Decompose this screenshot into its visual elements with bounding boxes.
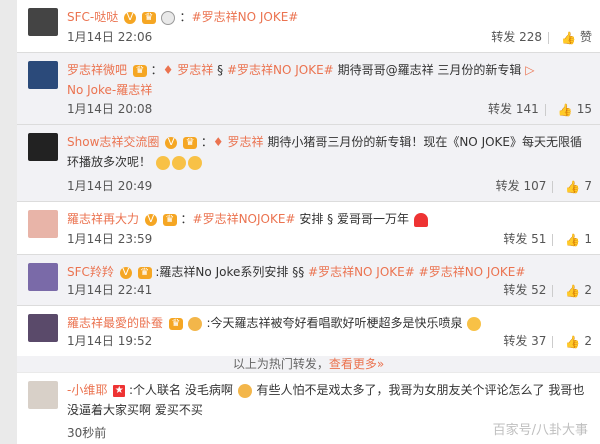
mention-link[interactable]: 罗志祥 <box>227 135 263 149</box>
member-icon: ♛ <box>141 11 156 24</box>
comment-text: 没逼着大家买啊 爱买不买 <box>67 403 203 417</box>
laugh-emoji-icon <box>171 155 186 170</box>
smile-emoji-icon <box>467 316 482 331</box>
comment-text: 有些人怕不是戏太多了，我哥为女朋友关个评论怎么了 我哥也 <box>256 383 585 397</box>
comment-row: 羅志祥再大力 V ♛ ：#罗志祥NOJOKE# 安排 § 爱哥哥一万年 1月14… <box>17 202 600 255</box>
verified-icon: V <box>119 266 132 279</box>
smile-emoji-icon <box>187 316 202 331</box>
comment-text: :个人联名 没毛病啊 <box>129 383 233 397</box>
thumbs-up-icon: 👍 <box>561 30 576 45</box>
timestamp: 1月14日 19:52 <box>67 334 153 348</box>
timestamp: 1月14日 20:49 <box>67 179 153 193</box>
laugh-emoji-icon <box>237 383 252 398</box>
member-icon: ♛ <box>162 213 177 226</box>
play-icon[interactable]: ▷ <box>525 63 534 77</box>
like-button[interactable]: 👍 2 <box>565 332 592 351</box>
like-button[interactable]: 👍 15 <box>558 100 592 119</box>
avatar[interactable] <box>28 314 58 342</box>
username[interactable]: 羅志祥再大力 <box>67 212 139 226</box>
timestamp: 1月14日 20:08 <box>67 102 153 116</box>
hashtag-link[interactable]: #罗志祥NO JOKE# <box>227 63 334 77</box>
comment-row: 羅志祥最愛的卧蚕 ♛ :今天羅志祥被夸好看唱歌好听梗超多是快乐喷泉 1月14日 … <box>17 306 600 357</box>
star-icon: ★ <box>113 384 126 397</box>
thumbs-up-icon: 👍 <box>565 179 581 194</box>
note-text: 以上为热门转发， <box>232 357 329 371</box>
panda-icon <box>160 10 175 25</box>
like-button[interactable]: 👍 1 <box>565 230 592 249</box>
hashtag-link[interactable]: #罗志祥NO JOKE# <box>192 10 299 24</box>
comment-text: 期待小猪哥三月份的新专辑！现在《NO JOKE》每天无限循 <box>267 135 583 149</box>
comment-row: SFC-哒哒 V ♛ ：#罗志祥NO JOKE# 1月14日 22:06 转发 … <box>17 0 600 53</box>
timestamp: 1月14日 22:41 <box>67 283 153 297</box>
like-button[interactable]: 👍 2 <box>565 281 592 300</box>
note-icon: §§ <box>292 265 305 279</box>
hot-reposts-note: 以上为热门转发，查看更多» <box>17 356 600 372</box>
username[interactable]: 羅志祥最愛的卧蚕 <box>67 316 163 330</box>
username[interactable]: -小维耶 <box>67 383 107 397</box>
view-more-link[interactable]: 查看更多» <box>329 357 384 371</box>
avatar[interactable] <box>28 263 58 291</box>
thumbs-up-icon: 👍 <box>557 102 573 117</box>
timestamp: 1月14日 22:06 <box>67 30 153 44</box>
username[interactable]: 罗志祥微吧 <box>67 63 127 77</box>
heart-icon: ♦ <box>212 135 224 149</box>
note-icon: § <box>327 212 334 226</box>
comment-row: Show志祥交流圈 V ♛ ：♦ 罗志祥 期待小猪哥三月份的新专辑！现在《NO … <box>17 125 600 202</box>
avatar[interactable] <box>28 210 58 238</box>
repost-button[interactable]: 转发 52 <box>503 281 546 299</box>
repost-button[interactable]: 转发 51 <box>503 230 546 248</box>
timestamp: 30秒前 <box>67 426 107 440</box>
comment-text: :羅志祥No Joke系列安排 <box>155 265 289 279</box>
laugh-emoji-icon <box>155 155 170 170</box>
comment-row: 罗志祥微吧 ♛ ：♦ 罗志祥 § #罗志祥NO JOKE# 期待哥哥@羅志祥 三… <box>17 53 600 125</box>
username[interactable]: Show志祥交流圈 <box>67 135 159 149</box>
comment-text: 爱哥哥一万年 <box>336 212 409 226</box>
heart-icon <box>413 212 428 227</box>
member-icon: ♛ <box>137 266 152 279</box>
verified-icon: V <box>144 213 157 226</box>
thumbs-up-icon: 👍 <box>565 334 581 349</box>
thumbs-up-icon: 👍 <box>565 283 581 298</box>
member-icon: ♛ <box>168 317 183 330</box>
comment-row: SFC羚羚 V ♛ :羅志祥No Joke系列安排 §§ #罗志祥NO JOKE… <box>17 255 600 306</box>
verified-icon: V <box>165 136 178 149</box>
member-icon: ♛ <box>132 64 147 77</box>
like-button[interactable]: 👍 7 <box>565 177 592 196</box>
comment-text: 环播放多次呢！ <box>67 155 152 169</box>
repost-button[interactable]: 转发 228 <box>491 28 542 46</box>
hashtag-link[interactable]: #罗志祥NOJOKE# <box>193 212 296 226</box>
timestamp: 1月14日 23:59 <box>67 232 153 246</box>
repost-button[interactable]: 转发 37 <box>503 332 546 350</box>
username[interactable]: SFC-哒哒 <box>67 10 118 24</box>
avatar[interactable] <box>28 133 58 161</box>
watermark: 百家号/八卦大事 <box>492 423 588 438</box>
avatar[interactable] <box>28 61 58 89</box>
repost-button[interactable]: 转发 141 <box>488 100 539 118</box>
avatar[interactable] <box>28 8 58 36</box>
note-icon: § <box>217 63 224 77</box>
verified-icon: V <box>124 11 137 24</box>
comment-text: 期待哥哥@羅志祥 三月份的新专辑 <box>337 63 522 77</box>
avatar[interactable] <box>28 381 58 409</box>
member-icon: ♛ <box>183 136 198 149</box>
music-link[interactable]: No Joke-羅志祥 <box>67 83 152 97</box>
like-button[interactable]: 👍 赞 <box>561 28 592 47</box>
comment-text: 安排 <box>299 212 324 226</box>
laugh-emoji-icon <box>187 155 202 170</box>
comment-text: :今天羅志祥被夸好看唱歌好听梗超多是快乐喷泉 <box>206 316 463 330</box>
heart-icon: ♦ <box>162 63 174 77</box>
hashtag-link[interactable]: #罗志祥NO JOKE# <box>419 265 526 279</box>
repost-button[interactable]: 转发 107 <box>496 177 547 195</box>
thumbs-up-icon: 👍 <box>565 232 581 247</box>
mention-link[interactable]: 罗志祥 <box>177 63 213 77</box>
hashtag-link[interactable]: #罗志祥NO JOKE# <box>308 265 415 279</box>
username[interactable]: SFC羚羚 <box>67 265 114 279</box>
